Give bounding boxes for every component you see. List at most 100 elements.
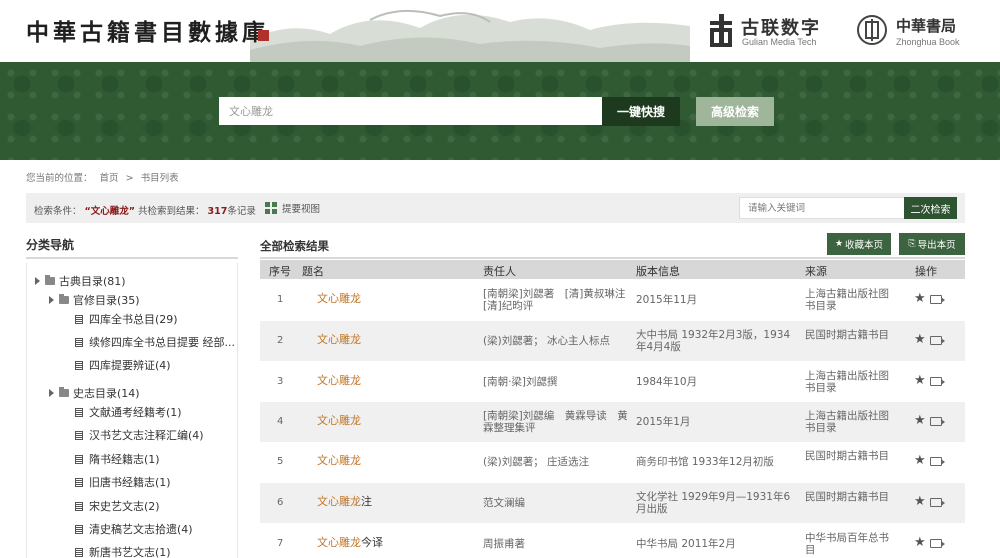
column-header-responsibility: 责任人 xyxy=(483,265,516,278)
source: 上海古籍出版社图书目录 xyxy=(805,410,889,434)
site-title[interactable]: 中華古籍書目數據庫 xyxy=(26,13,269,47)
export-item-icon[interactable] xyxy=(929,456,945,466)
condition-found-label: 共检索到结果： xyxy=(138,206,205,217)
responsibility: [南朝梁]刘勰编 黄霖导读 黄霖整理集评 xyxy=(483,410,628,434)
tree-node-xintangshu-yiwen[interactable]: 新唐书艺文志(1) xyxy=(75,542,171,558)
tree-node-label: 四库全书总目(29) xyxy=(89,313,178,326)
tree-node-hanshu-yiwenzhi[interactable]: 汉书艺文志注释汇编(4) xyxy=(75,425,204,445)
document-icon xyxy=(75,477,83,487)
book-title-link[interactable]: 文心雕龙注 xyxy=(317,496,372,508)
table-row: 3 文心雕龙 [南朝·梁]刘勰撰 1984年10月 上海古籍出版社图书目录 ★ xyxy=(260,362,965,402)
folder-icon xyxy=(59,294,69,304)
favorite-star-icon[interactable]: ★ xyxy=(914,495,926,508)
seal-icon xyxy=(258,30,269,41)
document-icon xyxy=(75,501,83,511)
gulian-logo[interactable]: 古联数字 Gulian Media Tech xyxy=(708,12,833,48)
tree-node-siku-bianzheng[interactable]: 四库提要辨证(4) xyxy=(75,355,171,375)
folder-icon xyxy=(45,275,55,285)
responsibility: [南朝·梁]刘勰撰 xyxy=(483,376,558,388)
category-nav-title: 分类导航 xyxy=(26,238,75,252)
row-number: 6 xyxy=(277,497,284,508)
document-icon xyxy=(75,337,83,347)
grid-view-icon xyxy=(265,202,277,214)
title-highlight: 文心雕龙 xyxy=(317,374,361,387)
column-header-actions: 操作 xyxy=(915,265,937,278)
row-number: 2 xyxy=(277,335,284,346)
export-item-icon[interactable] xyxy=(929,335,945,345)
expand-arrow-icon[interactable] xyxy=(35,277,40,285)
book-title-link[interactable]: 文心雕龙 xyxy=(317,455,361,467)
advanced-search-button[interactable]: 高级检索 xyxy=(696,97,774,126)
favorite-page-label: 收藏本页 xyxy=(845,240,884,251)
zhonghua-logo-text: 中華書局 xyxy=(896,17,957,35)
summary-view-toggle[interactable]: 提要视图 xyxy=(265,201,320,215)
column-header-source: 来源 xyxy=(805,265,827,278)
export-item-icon[interactable] xyxy=(929,538,945,548)
tree-node-label: 官修目录(35) xyxy=(73,294,140,307)
column-header-title: 题名 xyxy=(302,265,324,278)
tree-node-label: 清史稿艺文志拾遗(4) xyxy=(89,523,193,536)
favorite-star-icon[interactable]: ★ xyxy=(914,536,926,549)
tree-node-official-catalog[interactable]: 官修目录(35) xyxy=(49,290,140,310)
favorite-star-icon[interactable]: ★ xyxy=(914,374,926,387)
search-input[interactable] xyxy=(219,97,602,125)
gulian-logo-icon xyxy=(710,14,732,47)
favorite-page-button[interactable]: ★ 收藏本页 xyxy=(827,233,891,255)
tree-node-suishu-jingji[interactable]: 隋书经籍志(1) xyxy=(75,449,160,469)
zhonghua-logo[interactable]: 中華書局 Zhonghua Book xyxy=(856,12,991,48)
tree-node-qingshigao-shiyi[interactable]: 清史稿艺文志拾遗(4) xyxy=(75,519,193,539)
title-highlight: 文心雕龙 xyxy=(317,333,361,346)
category-tree: 古典目录(81) 官修目录(35) 四库全书总目(29) 续修四库全书总目提要 … xyxy=(26,263,238,558)
export-page-button[interactable]: ⎘ 导出本页 xyxy=(899,233,965,255)
edition-info: 中华书局 2011年2月 xyxy=(636,538,736,550)
quick-search-button[interactable]: 一键快搜 xyxy=(602,97,680,126)
book-title-link[interactable]: 文心雕龙 xyxy=(317,293,361,305)
responsibility: (梁)刘勰著； 庄适选注 xyxy=(483,456,590,468)
book-title-link[interactable]: 文心雕龙 xyxy=(317,334,361,346)
result-count-unit: 条记录 xyxy=(227,206,256,217)
tree-node-label: 史志目录(14) xyxy=(73,387,140,400)
export-item-icon[interactable] xyxy=(929,416,945,426)
favorite-star-icon[interactable]: ★ xyxy=(914,454,926,467)
edition-info: 1984年10月 xyxy=(636,376,698,388)
tree-node-jiutangshu-jingji[interactable]: 旧唐书经籍志(1) xyxy=(75,472,171,492)
folder-icon xyxy=(59,387,69,397)
book-title-link[interactable]: 文心雕龙 xyxy=(317,415,361,427)
tree-node-classical-catalog[interactable]: 古典目录(81) xyxy=(35,271,126,291)
row-actions: ★ xyxy=(914,333,945,346)
row-actions: ★ xyxy=(914,292,945,305)
responsibility: [南朝梁]刘勰著 [清]黄叔琳注 [清]纪昀评 xyxy=(483,288,636,312)
results-table-header: 序号 题名 责任人 版本信息 来源 操作 xyxy=(260,260,965,279)
tree-node-wenxian-tongkao[interactable]: 文献通考经籍考(1) xyxy=(75,402,182,422)
table-row: 7 文心雕龙今译 周振甫著 中华书局 2011年2月 中华书局百年总书目 ★ xyxy=(260,524,965,558)
favorite-star-icon[interactable]: ★ xyxy=(914,292,926,305)
expand-arrow-icon[interactable] xyxy=(49,389,54,397)
favorite-star-icon[interactable]: ★ xyxy=(914,333,926,346)
book-title-link[interactable]: 文心雕龙今译 xyxy=(317,537,383,549)
secondary-search-input[interactable] xyxy=(739,197,929,219)
row-actions: ★ xyxy=(914,536,945,549)
expand-arrow-icon[interactable] xyxy=(49,296,54,304)
title-highlight: 文心雕龙 xyxy=(317,495,361,508)
export-item-icon[interactable] xyxy=(929,294,945,304)
tree-node-shizhi-catalog[interactable]: 史志目录(14) xyxy=(49,383,140,403)
source: 民国时期古籍书目 xyxy=(805,329,889,341)
tree-node-siku-zongmu[interactable]: 四库全书总目(29) xyxy=(75,309,178,329)
zhonghua-logo-subtext: Zhonghua Book xyxy=(896,37,960,47)
breadcrumb-prefix: 您当前的位置： xyxy=(26,173,93,184)
favorite-star-icon[interactable]: ★ xyxy=(914,414,926,427)
export-item-icon[interactable] xyxy=(929,497,945,507)
search-condition-bar: 检索条件：“文心雕龙”共检索到结果：317条记录 提要视图 二次检索 xyxy=(26,193,965,223)
export-item-icon[interactable] xyxy=(929,376,945,386)
star-icon: ★ xyxy=(834,239,844,249)
site-header: 中華古籍書目數據庫 古联数字 Gulian Media Tech 中華書局 Zh… xyxy=(0,0,1000,62)
search-banner: 一键快搜 高级检索 xyxy=(0,62,1000,160)
breadcrumb-home-link[interactable]: 首页 xyxy=(100,173,119,184)
tree-node-xuxiu-siku[interactable]: 续修四库全书总目提要 经部... xyxy=(75,332,235,352)
tree-node-songshi-yiwen[interactable]: 宋史艺文志(2) xyxy=(75,496,160,516)
table-row: 2 文心雕龙 (梁)刘勰著； 冰心主人标点 大中书局 1932年2月3版，193… xyxy=(260,321,965,361)
book-title-link[interactable]: 文心雕龙 xyxy=(317,375,361,387)
column-header-no: 序号 xyxy=(269,265,291,278)
edition-info: 2015年1月 xyxy=(636,416,691,428)
secondary-search-button[interactable]: 二次检索 xyxy=(904,197,957,219)
